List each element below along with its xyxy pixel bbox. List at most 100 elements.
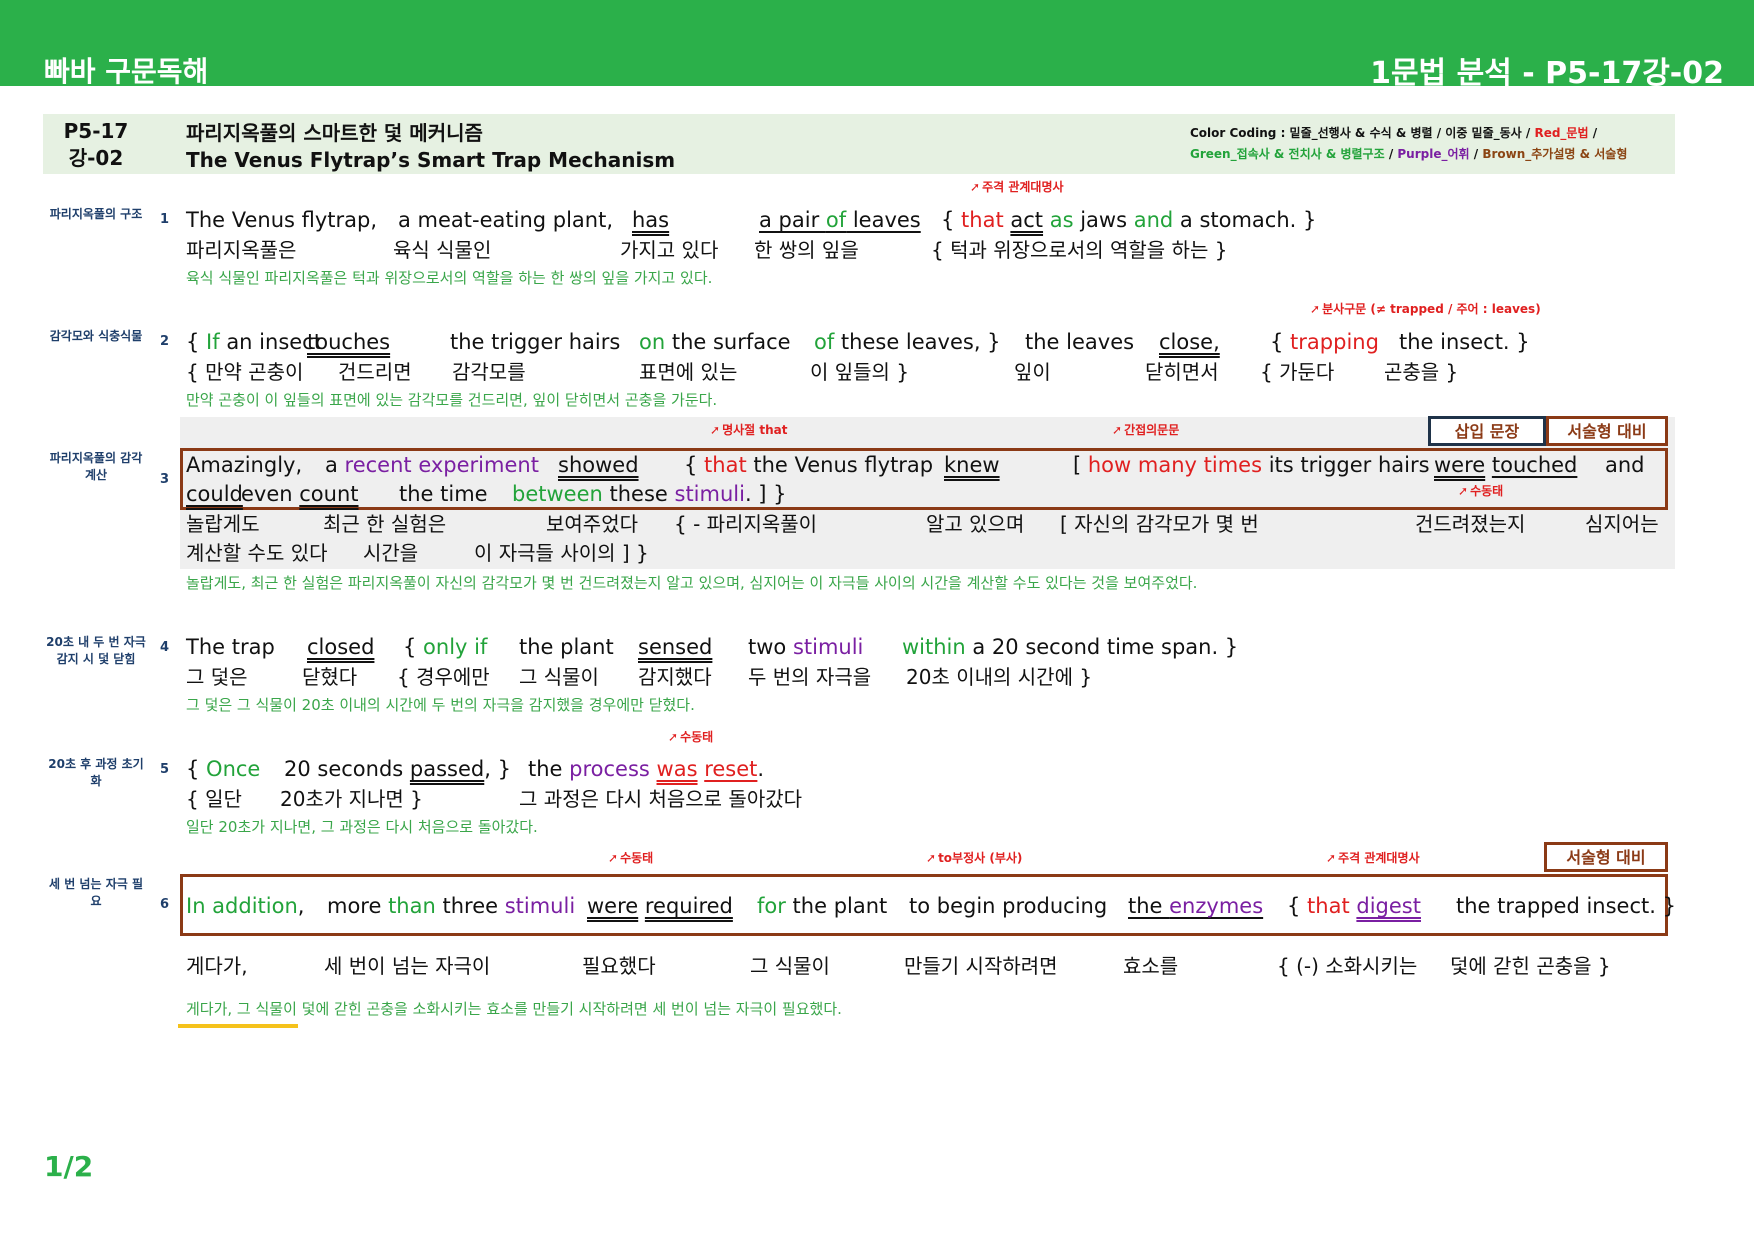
curved-arrow-icon: ➚ — [1112, 423, 1123, 437]
side-label: 감각모와 식충식물 — [49, 329, 143, 343]
en-chunk: the trigger hairs — [450, 330, 621, 354]
ko-chunk: 건드리면 — [338, 360, 412, 384]
en-chunk: showed — [558, 453, 639, 477]
side-label: 파리지옥풀의 감각 계산 — [49, 451, 143, 482]
sentence-number: 6 — [160, 897, 170, 912]
annotation: ➚ to부정사 (부사) — [926, 851, 1023, 865]
sentence-number: 1 — [160, 212, 170, 227]
curved-arrow-icon: ➚ — [1458, 484, 1469, 498]
ko-chunk: { 일단 — [186, 787, 242, 811]
ko-chunk: 한 쌍의 잎을 — [754, 238, 859, 262]
ko-chunk: 그 식물이 — [519, 665, 599, 689]
en-chunk: two stimuli — [748, 635, 864, 659]
ko-chunk: 20초 이내의 시간에 } — [906, 665, 1093, 689]
side-label: 20초 후 과정 초기화 — [48, 757, 144, 788]
en-chunk: the insect. } — [1399, 330, 1530, 354]
ko-chunk: { 만약 곤충이 — [186, 360, 304, 384]
tag-insertion: 삽입 문장 — [1428, 416, 1546, 446]
title-korean: 파리지옥풀의 스마트한 덫 메커니즘 — [186, 121, 483, 145]
ko-chunk: 심지어는 — [1585, 512, 1659, 536]
page-title: 1문법 분석 - P5-17강-02 — [1370, 56, 1724, 91]
en-chunk: { that digest — [1287, 894, 1421, 918]
curved-arrow-icon: ➚ — [668, 730, 679, 744]
en-chunk: { trapping — [1270, 330, 1379, 354]
en-chunk: even count — [241, 482, 359, 506]
ko-chunk: 이 자극들 사이의 ] } — [474, 541, 649, 565]
en-chunk: between these stimuli. ] } — [512, 482, 787, 506]
en-chunk: a recent experiment — [325, 453, 539, 477]
ko-chunk: 만들기 시작하려면 — [904, 954, 1058, 978]
brand-title: 빠바 구문독해 — [44, 55, 209, 88]
ko-chunk: 알고 있으며 — [926, 512, 1025, 536]
ko-chunk: 그 과정은 다시 처음으로 돌아갔다 — [519, 787, 803, 811]
ko-chunk: 세 번이 넘는 자극이 — [324, 954, 491, 978]
en-chunk: the plant — [519, 635, 614, 659]
tag-essay: 서술형 대비 — [1546, 416, 1668, 446]
en-chunk: for the plant — [757, 894, 888, 918]
translation: 게다가, 그 식물이 덫에 갇힌 곤충을 소화시키는 효소를 만들기 시작하려면… — [186, 1000, 842, 1018]
curved-arrow-icon: ➚ — [1326, 851, 1337, 865]
en-chunk: touches — [307, 330, 391, 354]
ko-chunk: 파리지옥풀은 — [186, 238, 297, 262]
translation: 일단 20초가 지나면, 그 과정은 다시 처음으로 돌아갔다. — [186, 818, 538, 836]
en-chunk: close, — [1159, 330, 1220, 354]
en-chunk: closed — [307, 635, 375, 659]
ko-chunk: 그 식물이 — [750, 954, 830, 978]
ko-chunk: 놀랍게도 — [186, 512, 260, 536]
page-number: 1/2 — [44, 1150, 94, 1183]
en-chunk: a pair of leaves — [759, 208, 921, 232]
ko-chunk: { 턱과 위장으로서의 역할을 하는 } — [931, 238, 1228, 262]
en-chunk: In addition, — [186, 894, 305, 918]
en-chunk: a meat-eating plant, — [398, 208, 614, 232]
ko-chunk: 이 잎들의 } — [810, 360, 910, 384]
ko-chunk: 가지고 있다 — [620, 238, 719, 262]
annotation: ➚ 명사절 that — [710, 423, 788, 437]
curved-arrow-icon: ➚ — [608, 851, 619, 865]
ko-chunk: 육식 식물인 — [393, 238, 492, 262]
en-chunk: has — [632, 208, 670, 232]
translation: 놀랍게도, 최근 한 실험은 파리지옥풀이 자신의 감각모가 몇 번 건드려졌는… — [186, 574, 1198, 592]
translation: 그 덫은 그 식물이 20초 이내의 시간에 두 번의 자극을 감지했을 경우에… — [186, 696, 695, 714]
ko-chunk: { (-) 소화시키는 — [1277, 954, 1418, 978]
en-chunk: the time — [399, 482, 488, 506]
color-coding-line-2: Green_접속사 & 전치사 & 병렬구조 / Purple_어휘 / Bro… — [1190, 147, 1628, 161]
en-chunk: { only if — [403, 635, 488, 659]
annotation: ➚ 수동태 — [668, 730, 714, 744]
en-chunk: within a 20 second time span. } — [902, 635, 1239, 659]
ko-chunk: 계산할 수도 있다 — [186, 541, 328, 565]
ko-chunk: 잎이 — [1014, 360, 1051, 384]
en-chunk: to begin producing — [909, 894, 1108, 918]
ko-chunk: { 경우에만 — [397, 665, 490, 689]
sentence-number: 5 — [160, 762, 170, 777]
ko-chunk: { - 파리지옥풀이 — [674, 512, 818, 536]
ko-chunk: 20초가 지나면 } — [280, 787, 423, 811]
ko-chunk: 그 덫은 — [186, 665, 248, 689]
en-chunk: [ how many times its trigger hairs — [1073, 453, 1430, 477]
en-chunk: Amazingly, — [186, 453, 303, 477]
en-chunk: { that act as jaws and a stomach. } — [941, 208, 1317, 232]
lesson-code: P5-17강-02 — [63, 119, 129, 170]
annotation: ➚ 수동태 — [1458, 484, 1504, 498]
tag-essay: 서술형 대비 — [1544, 842, 1668, 872]
ko-chunk: 효소를 — [1123, 954, 1179, 978]
ko-chunk: 표면에 있는 — [639, 360, 738, 384]
translation: 만약 곤충이 이 잎들의 표면에 있는 감각모를 건드리면, 잎이 닫히면서 곤… — [186, 391, 718, 409]
sentence-number: 2 — [160, 334, 170, 349]
title-english: The Venus Flytrap’s Smart Trap Mechanism — [186, 148, 676, 172]
annotation: ➚ 간접의문문 — [1112, 423, 1180, 437]
en-chunk: were touched — [1434, 453, 1578, 477]
annotation: ➚ 주격 관계대명사 — [970, 180, 1064, 194]
ko-chunk: { 가둔다 — [1260, 360, 1335, 384]
en-chunk: were required — [587, 894, 733, 918]
sentence-number: 4 — [160, 640, 170, 655]
ko-chunk: 시간을 — [363, 541, 419, 565]
curved-arrow-icon: ➚ — [710, 423, 721, 437]
highlight-underline — [178, 1024, 298, 1028]
en-chunk: { Once — [186, 757, 261, 781]
ko-chunk: 필요했다 — [582, 954, 656, 978]
en-chunk: knew — [944, 453, 1000, 477]
en-chunk: The Venus flytrap, — [186, 208, 378, 232]
ko-chunk: 보여주었다 — [546, 512, 638, 536]
en-chunk: { If an insect — [186, 330, 322, 354]
annotation: ➚ 분사구문 (≠ trapped / 주어 : leaves) — [1310, 302, 1541, 316]
